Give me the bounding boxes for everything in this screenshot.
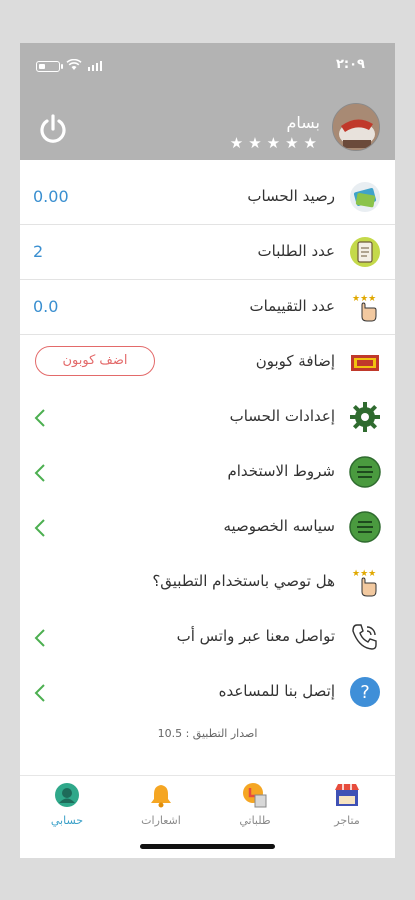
- star-icon: ★: [266, 134, 281, 152]
- orders-count-value: 2: [33, 242, 44, 261]
- help-contact-label: إتصل بنا للمساعده: [218, 682, 335, 700]
- terms-of-use-label: شروط الاستخدام: [227, 462, 335, 480]
- chevron-left-icon: [34, 464, 45, 482]
- tab-my-orders[interactable]: طلباتي: [220, 782, 290, 834]
- whatsapp-contact-label: تواصل معنا عبر واتس أب: [176, 627, 335, 645]
- chevron-left-icon: [34, 629, 45, 647]
- ratings-count-row[interactable]: ★★★ عدد التقييمات 0.0: [20, 280, 395, 335]
- store-icon: [335, 784, 359, 806]
- battery-icon: [36, 61, 63, 72]
- signal-icon: [88, 61, 102, 71]
- avatar[interactable]: [332, 103, 380, 151]
- account-icon: [55, 783, 79, 807]
- gear-icon: [350, 402, 380, 432]
- tab-my-account-label: حسابي: [50, 814, 84, 827]
- wallet-icon: [350, 182, 380, 212]
- terms-icon: [349, 456, 381, 488]
- add-coupon-row: إضافة كوبون اضف كوبون: [20, 335, 395, 390]
- rating-stars: ★ ★ ★ ★ ★: [230, 135, 317, 151]
- star-icon: ★: [248, 134, 262, 152]
- privacy-policy-row[interactable]: سياسه الخصوصيه: [20, 500, 395, 555]
- logout-power-icon[interactable]: [36, 113, 70, 147]
- chevron-left-icon: [34, 519, 45, 537]
- star-icon: ★: [285, 134, 299, 152]
- svg-text:?: ?: [360, 682, 370, 703]
- rating-hand-icon: ★★★: [352, 294, 377, 322]
- tab-stores[interactable]: متاجر: [312, 782, 382, 834]
- recommend-app-label: هل توصي باستخدام التطبيق؟: [152, 572, 335, 590]
- terms-of-use-row[interactable]: شروط الاستخدام: [20, 445, 395, 500]
- status-bar: ٢:٠٩: [20, 43, 395, 87]
- coupon-icon: [351, 355, 379, 371]
- tab-stores-label: متاجر: [334, 814, 360, 827]
- chevron-left-icon: [34, 684, 45, 702]
- orders-icon: [350, 237, 380, 267]
- bottom-tab-bar: متاجر طلباتي اشعارات حسابي: [20, 775, 395, 836]
- profile-header: ٢:٠٩ بسام ★ ★ ★ ★ ★: [20, 43, 395, 160]
- user-name: بسام: [286, 113, 320, 132]
- status-icons: [36, 59, 116, 73]
- privacy-policy-label: سياسه الخصوصيه: [223, 517, 335, 535]
- help-contact-row[interactable]: ? إتصل بنا للمساعده: [20, 665, 395, 720]
- orders-count-label: عدد الطلبات: [257, 242, 336, 260]
- recommend-app-row[interactable]: ★★★ هل توصي باستخدام التطبيق؟: [20, 555, 395, 610]
- app-screen: ٢:٠٩ بسام ★ ★ ★ ★ ★ رصيد الحساب 0.00 عدد…: [20, 43, 395, 858]
- balance-value: 0.00: [33, 187, 69, 206]
- phone-icon: [352, 624, 377, 650]
- balance-label: رصيد الحساب: [247, 187, 335, 205]
- account-menu-list: رصيد الحساب 0.00 عدد الطلبات 2 ★★★ عدد ا…: [20, 170, 395, 720]
- bell-icon: [151, 785, 171, 808]
- home-indicator: [140, 844, 275, 849]
- account-settings-label: إعدادات الحساب: [229, 407, 335, 425]
- svg-text:★★★: ★★★: [352, 569, 376, 579]
- add-coupon-button[interactable]: اضف كوبون: [35, 346, 155, 376]
- balance-row[interactable]: رصيد الحساب 0.00: [20, 170, 395, 225]
- tab-my-orders-label: طلباتي: [239, 814, 271, 827]
- wifi-icon: [66, 59, 82, 70]
- recommend-icon: ★★★: [352, 569, 377, 597]
- whatsapp-contact-row[interactable]: تواصل معنا عبر واتس أب: [20, 610, 395, 665]
- tab-my-account[interactable]: حسابي: [32, 782, 102, 834]
- status-time: ٢:٠٩: [335, 57, 365, 72]
- my-orders-icon: [243, 783, 267, 808]
- ratings-count-label: عدد التقييمات: [249, 297, 335, 315]
- help-icon: ?: [350, 677, 380, 707]
- chevron-left-icon: [34, 409, 45, 427]
- star-icon: ★: [229, 134, 244, 152]
- star-icon: ★: [303, 134, 317, 152]
- tab-notifications[interactable]: اشعارات: [126, 782, 196, 834]
- tab-notifications-label: اشعارات: [141, 814, 181, 827]
- privacy-icon: [349, 511, 381, 543]
- add-coupon-label: إضافة كوبون: [255, 352, 335, 370]
- orders-count-row[interactable]: عدد الطلبات 2: [20, 225, 395, 280]
- ratings-count-value: 0.0: [33, 297, 59, 316]
- account-settings-row[interactable]: إعدادات الحساب: [20, 390, 395, 445]
- svg-text:★★★: ★★★: [352, 294, 376, 304]
- app-version: اصدار التطبيق : 10.5: [157, 727, 258, 740]
